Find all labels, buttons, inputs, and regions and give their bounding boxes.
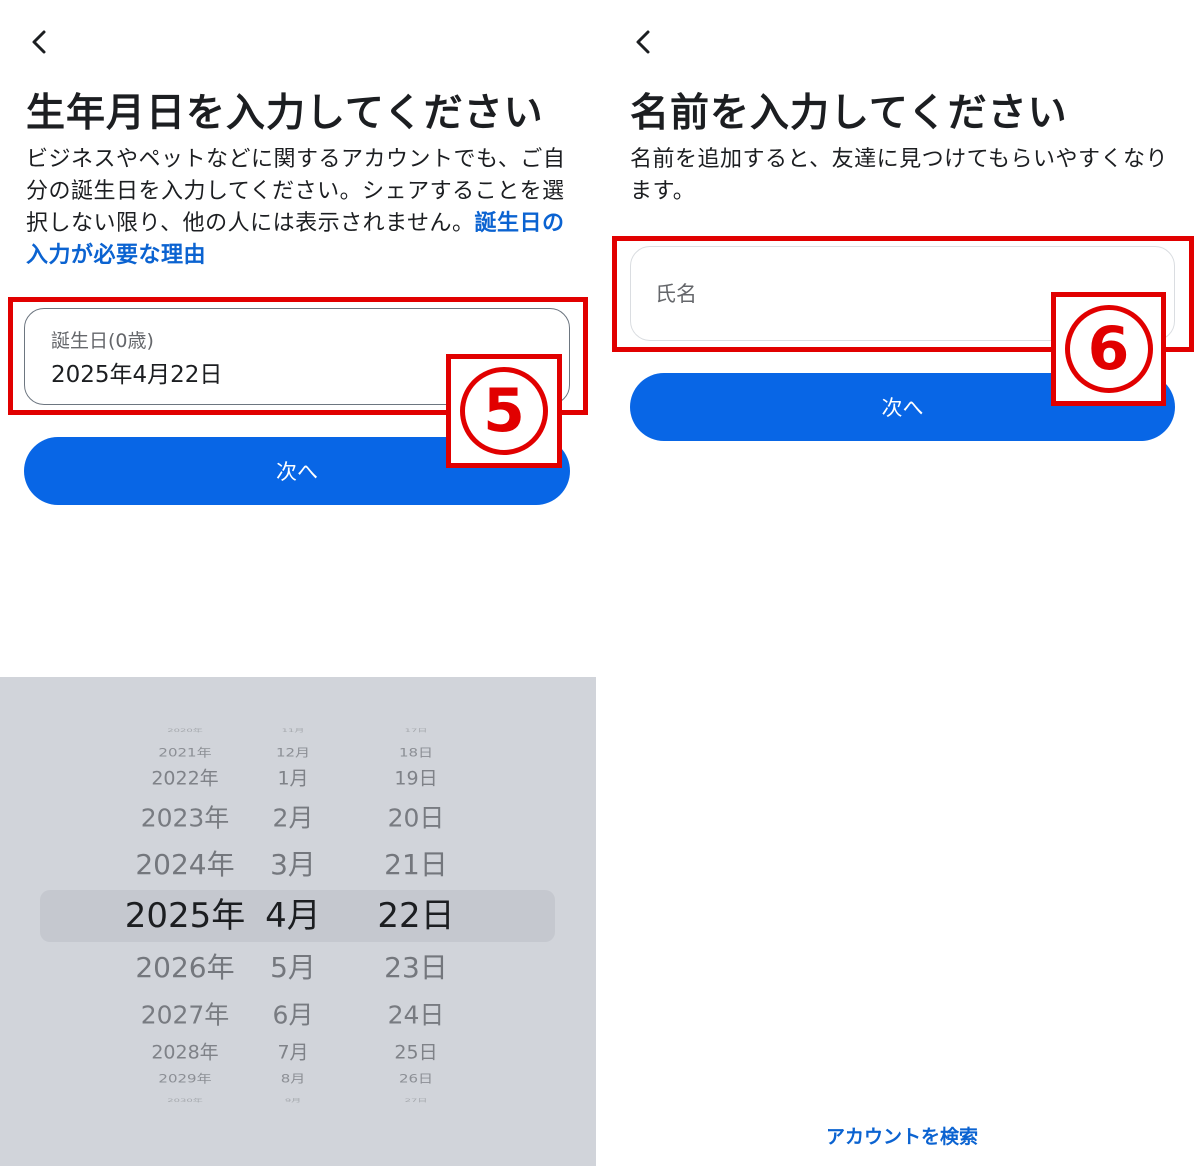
picker-year: 2028年 — [151, 1041, 219, 1064]
picker-month: 3月 — [270, 848, 316, 881]
picker-year: 2029年 — [158, 1071, 212, 1086]
picker-day: 27日 — [404, 1098, 428, 1104]
chevron-left-icon — [636, 30, 650, 54]
back-button[interactable] — [628, 26, 660, 58]
badge-number: 6 — [1064, 305, 1153, 393]
page-title: 名前を入力してください — [630, 91, 1068, 136]
picker-month: 12月 — [275, 745, 311, 760]
picker-year: 2022年 — [151, 767, 219, 790]
picker-day: 25日 — [394, 1041, 438, 1064]
picker-month: 7月 — [277, 1041, 309, 1064]
name-screen: 名前を入力してください 名前を追加すると、友達に見つけてもらいやすくなります。 … — [604, 0, 1200, 1166]
picker-year: 2026年 — [135, 951, 235, 984]
birthday-value: 2025年4月22日 — [51, 362, 223, 388]
picker-month: 11月 — [281, 728, 305, 734]
picker-year: 2030年 — [167, 1098, 203, 1104]
picker-month: 8月 — [280, 1071, 306, 1086]
picker-day: 26日 — [398, 1071, 434, 1086]
picker-day: 18日 — [398, 745, 434, 760]
picker-month: 6月 — [272, 1000, 314, 1030]
picker-year: 2021年 — [158, 745, 212, 760]
annotation-badge-6: 6 — [1051, 292, 1166, 406]
picker-year: 2027年 — [140, 1000, 230, 1030]
picker-day: 23日 — [384, 951, 448, 984]
annotation-badge-5: 5 — [446, 354, 562, 468]
picker-year: 2020年 — [167, 728, 203, 734]
picker-month: 9月 — [284, 1098, 302, 1104]
description: 名前を追加すると、友達に見つけてもらいやすくなります。 — [630, 147, 1169, 204]
page-title: 生年月日を入力してください — [26, 91, 544, 136]
picker-day: 20日 — [387, 803, 445, 833]
picker-day: 19日 — [394, 767, 438, 790]
picker-day: 22日 — [377, 896, 455, 936]
picker-month: 2月 — [272, 803, 314, 833]
search-account-link[interactable]: アカウントを検索 — [604, 1122, 1200, 1149]
picker-year: 2024年 — [135, 848, 235, 881]
picker-month: 1月 — [277, 767, 309, 790]
chevron-left-icon — [32, 30, 46, 54]
date-picker[interactable]: 2020年 11月 17日 2021年 12月 18日 2022年 1月 19日 2023年 2月 2… — [0, 677, 596, 1166]
picker-month: 5月 — [270, 951, 316, 984]
birthday-label: 誕生日(0歳) — [51, 330, 154, 352]
picker-day: 24日 — [387, 1000, 445, 1030]
birthday-screen: 生年月日を入力してください ビジネスやペットなどに関するアカウントでも、ご自分の… — [0, 0, 596, 1166]
picker-day: 17日 — [404, 728, 428, 734]
picker-year: 2025年 — [124, 896, 246, 936]
picker-month: 4月 — [265, 896, 321, 936]
picker-day: 21日 — [384, 848, 448, 881]
picker-year: 2023年 — [140, 803, 230, 833]
badge-number: 5 — [460, 367, 548, 455]
back-button[interactable] — [24, 26, 56, 58]
description: ビジネスやペットなどに関するアカウントでも、ご自分の誕生日を入力してください。シ… — [26, 144, 574, 272]
